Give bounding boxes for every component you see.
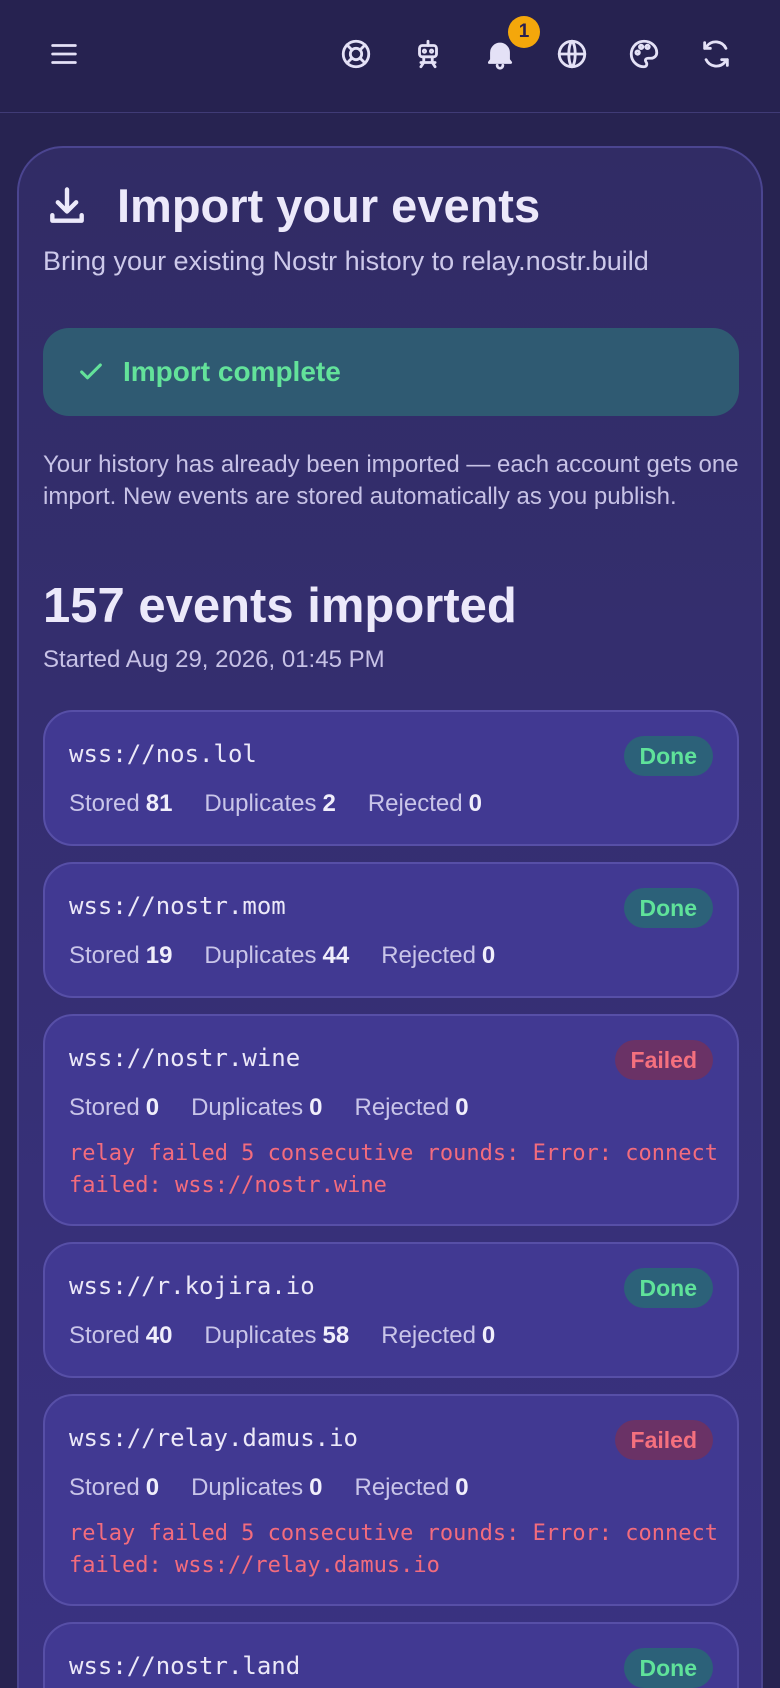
relay-card: wss://nos.lol Done Stored 81 Duplicates 2 …	[43, 710, 739, 846]
lifebuoy-icon[interactable]	[334, 32, 378, 76]
globe-icon[interactable]	[550, 32, 594, 76]
stored-stat: Stored 40	[69, 1322, 173, 1349]
status-badge: Done	[623, 736, 713, 776]
import-started-time: Started Aug 29, 2026, 01:45 PM	[43, 646, 385, 673]
import-status-banner: Import complete	[43, 328, 739, 416]
relay-error-message: relay failed 5 consecutive rounds: Error…	[69, 1141, 719, 1198]
stored-stat: Stored 0	[69, 1094, 160, 1121]
duplicates-stat: Duplicates 2	[204, 790, 336, 817]
download-icon	[50, 186, 84, 223]
relay-url: wss://r.kojira.io	[69, 1272, 315, 1300]
status-badge: Done	[623, 1268, 713, 1308]
stored-stat: Stored 0	[69, 1474, 160, 1501]
relay-stats: Stored 19 Duplicates 44 Rejected 0	[69, 942, 527, 970]
status-badge: Failed	[614, 1040, 713, 1080]
robot-icon[interactable]	[406, 32, 450, 76]
rejected-stat: Rejected 0	[381, 1322, 496, 1349]
stored-stat: Stored 81	[69, 790, 173, 817]
palette-icon[interactable]	[622, 32, 666, 76]
top-bar: 1	[0, 0, 780, 113]
import-note: Your history has already been imported —…	[43, 451, 739, 510]
relay-card: wss://r.kojira.io Done Stored 40 Duplicat…	[43, 1242, 739, 1378]
relay-card: wss://nostr.mom Done Stored 19 Duplicates…	[43, 862, 739, 998]
relay-error-message: relay failed 5 consecutive rounds: Error…	[69, 1521, 719, 1578]
duplicates-stat: Duplicates 0	[191, 1474, 323, 1501]
import-card: Import your events Bring your existing N…	[17, 146, 763, 1688]
relay-stats: Stored 81 Duplicates 2 Rejected 0	[69, 790, 514, 818]
relay-url: wss://nostr.mom	[69, 892, 286, 920]
page-title: Import your events	[117, 179, 541, 232]
relay-url: wss://nostr.land	[69, 1652, 301, 1680]
duplicates-stat: Duplicates 44	[204, 942, 350, 969]
relay-card: wss://nostr.wine Failed Stored 0 Duplicat…	[43, 1014, 739, 1226]
refresh-icon[interactable]	[694, 32, 738, 76]
duplicates-stat: Duplicates 0	[191, 1094, 323, 1121]
relay-card: wss://nostr.land Done	[43, 1622, 739, 1688]
rejected-stat: Rejected 0	[354, 1474, 469, 1501]
events-imported-count: 157 events imported	[43, 579, 517, 633]
import-status-text: Import complete	[123, 356, 341, 387]
relay-url: wss://nos.lol	[69, 740, 257, 768]
status-badge: Done	[623, 1648, 713, 1688]
rejected-stat: Rejected 0	[354, 1094, 469, 1121]
relay-stats: Stored 0 Duplicates 0 Rejected 0	[69, 1474, 501, 1502]
notification-badge: 1	[508, 16, 540, 48]
status-badge: Failed	[614, 1420, 713, 1460]
status-badge: Done	[623, 888, 713, 928]
relay-card: wss://relay.damus.io Failed Stored 0 Dupl…	[43, 1394, 739, 1606]
relay-stats: Stored 0 Duplicates 0 Rejected 0	[69, 1094, 501, 1122]
title-row: Import your events	[45, 178, 540, 233]
rejected-stat: Rejected 0	[381, 942, 496, 969]
duplicates-stat: Duplicates 58	[204, 1322, 350, 1349]
relay-url: wss://nostr.wine	[69, 1044, 301, 1072]
relay-url: wss://relay.damus.io	[69, 1424, 358, 1452]
stored-stat: Stored 19	[69, 942, 173, 969]
hamburger-icon[interactable]	[42, 32, 86, 76]
check-icon	[80, 363, 102, 380]
rejected-stat: Rejected 0	[367, 790, 482, 817]
page-subtitle: Bring your existing Nostr history to rel…	[43, 246, 649, 276]
relay-stats: Stored 40 Duplicates 58 Rejected 0	[69, 1322, 527, 1350]
